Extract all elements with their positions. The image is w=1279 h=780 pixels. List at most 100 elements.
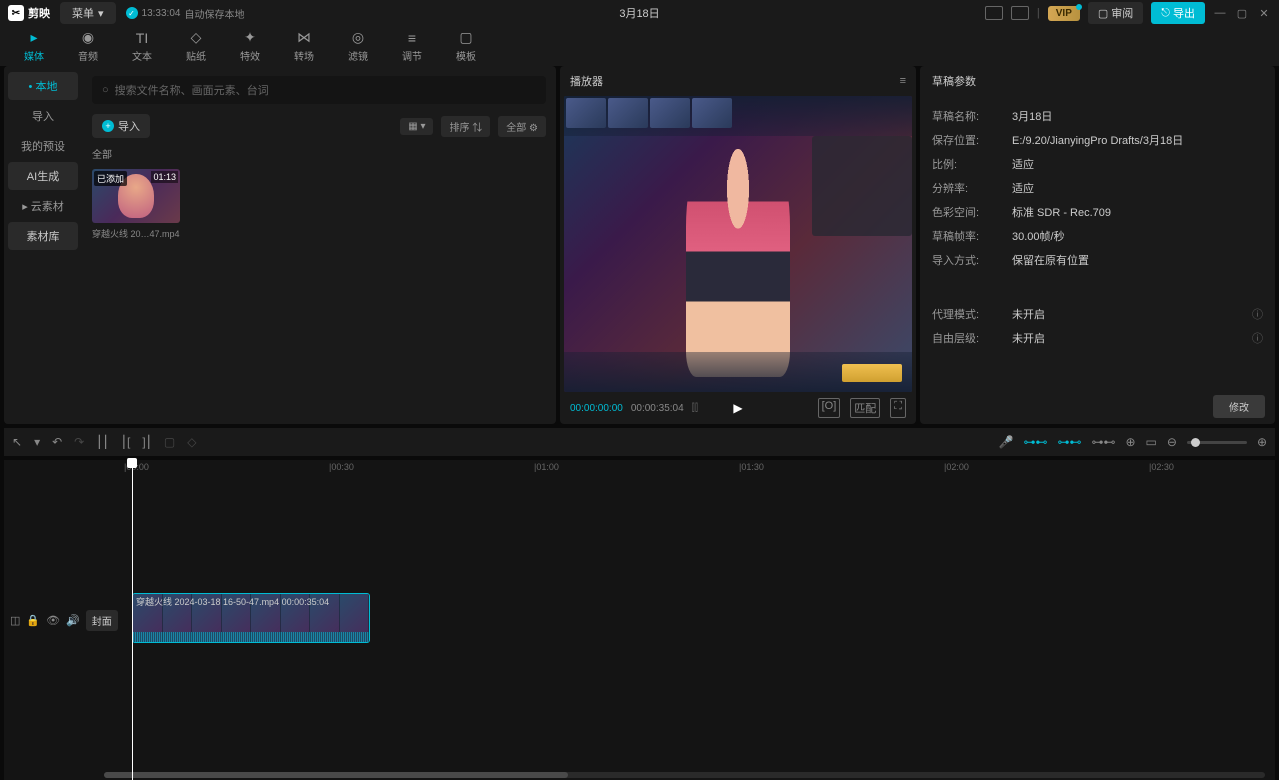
play-button[interactable]: ▶ bbox=[733, 401, 742, 415]
view-grid-button[interactable]: ▦ ▾ bbox=[400, 118, 433, 135]
check-icon: ✓ bbox=[126, 7, 138, 19]
modify-button[interactable]: 修改 bbox=[1213, 395, 1265, 418]
property-row: 自由层级:未开启ⓘ bbox=[932, 326, 1263, 350]
zoom-in-icon[interactable]: ⊕ bbox=[1257, 435, 1267, 449]
top-tabs: ▸媒体◉音频TI文本◇贴纸✦特效⋈转场◎滤镜≡调节▢模板 bbox=[0, 26, 1279, 66]
ruler-tick: |00:30 bbox=[329, 462, 354, 472]
layout-icon[interactable] bbox=[1011, 6, 1029, 20]
app-logo: ✂ 剪映 bbox=[8, 5, 50, 21]
clip-label: 穿越火线 2024-03-18 16-50-47.mp4 00:00:35:04 bbox=[136, 595, 329, 608]
split-right-tool[interactable]: ]⎮ bbox=[142, 435, 152, 449]
scale-button[interactable]: 匹配 bbox=[850, 398, 880, 418]
project-title: 3月18日 bbox=[619, 5, 659, 21]
magnet-on-icon[interactable]: ⊶⊷ bbox=[1023, 435, 1047, 449]
top-tab-模板[interactable]: ▢模板 bbox=[440, 28, 492, 64]
top-tab-滤镜[interactable]: ◎滤镜 bbox=[332, 28, 384, 64]
cover-button[interactable]: 封面 bbox=[86, 610, 118, 631]
pointer-dropdown[interactable]: ▾ bbox=[34, 435, 40, 449]
snap-icon[interactable]: ⊶⊷ bbox=[1091, 435, 1115, 449]
media-filename: 穿越火线 20…47.mp4 bbox=[92, 227, 180, 240]
close-button[interactable]: ✕ bbox=[1257, 6, 1271, 20]
compare-icon[interactable]: ⫿⫿ bbox=[692, 403, 698, 414]
clip-audio-waveform bbox=[133, 632, 369, 642]
sidebar-item[interactable]: 素材库 bbox=[8, 222, 78, 250]
focus-icon[interactable]: [O] bbox=[818, 398, 841, 418]
sidebar-item[interactable]: 我的预设 bbox=[8, 132, 78, 160]
ruler-tick: |01:00 bbox=[534, 462, 559, 472]
zoom-out-icon[interactable]: ⊖ bbox=[1167, 435, 1177, 449]
top-tab-特效[interactable]: ✦特效 bbox=[224, 28, 276, 64]
track-mute-icon[interactable]: 🔊 bbox=[66, 614, 80, 627]
media-thumbnail[interactable]: 已添加 01:13 bbox=[92, 169, 180, 223]
playhead[interactable] bbox=[132, 460, 133, 780]
time-total: 00:00:35:04 bbox=[631, 403, 684, 414]
property-row: 草稿名称:3月18日 bbox=[932, 104, 1263, 128]
time-current: 00:00:00:00 bbox=[570, 403, 623, 414]
sidebar-item[interactable]: ▸ 云素材 bbox=[8, 192, 78, 220]
timeline-ruler[interactable]: |00:00|00:30|01:00|01:30|02:00|02:30 bbox=[124, 460, 1275, 476]
property-row: 导入方式:保留在原有位置 bbox=[932, 248, 1263, 272]
info-icon[interactable]: ⓘ bbox=[1252, 330, 1263, 346]
timeline[interactable]: |00:00|00:30|01:00|01:30|02:00|02:30 ◫ 🔒… bbox=[4, 460, 1275, 780]
track-icon[interactable]: ▭ bbox=[1146, 435, 1157, 449]
filter-all-button[interactable]: 全部 ⚙ bbox=[498, 116, 546, 137]
redo-button[interactable]: ↷ bbox=[74, 435, 84, 449]
info-icon[interactable]: ⓘ bbox=[1252, 306, 1263, 322]
top-tab-媒体[interactable]: ▸媒体 bbox=[8, 28, 60, 64]
keyboard-icon[interactable] bbox=[985, 6, 1003, 20]
maximize-button[interactable]: ▢ bbox=[1235, 6, 1249, 20]
split-tool[interactable]: ⎮⎮ bbox=[96, 435, 109, 449]
timeline-toolbar: ↖ ▾ ↶ ↷ ⎮⎮ ⎮[ ]⎮ ▢ ◇ 🎤 ⊶⊷ ⊶⊷ ⊶⊷ ⊕ ▭ ⊖ ⊕ bbox=[4, 428, 1275, 456]
ruler-tick: |01:30 bbox=[739, 462, 764, 472]
top-tab-调节[interactable]: ≡调节 bbox=[386, 28, 438, 64]
preview-icon[interactable]: ⊕ bbox=[1125, 435, 1135, 449]
track-visible-icon[interactable]: 👁 bbox=[46, 614, 60, 627]
top-tab-音频[interactable]: ◉音频 bbox=[62, 28, 114, 64]
media-panel: • 本地导入我的预设AI生成▸ 云素材素材库 ○ 搜索文件名称、画面元素、台词 … bbox=[4, 66, 556, 424]
fullscreen-icon[interactable]: ⛶ bbox=[890, 398, 906, 418]
properties-panel: 草稿参数 草稿名称:3月18日保存位置:E:/9.20/JianyingPro … bbox=[920, 66, 1275, 424]
props-title: 草稿参数 bbox=[920, 66, 1275, 96]
search-icon: ○ bbox=[102, 84, 109, 96]
titlebar: ✂ 剪映 菜单▾ ✓ 13:33:04 自动保存本地 3月18日 | VIP ▢… bbox=[0, 0, 1279, 26]
top-tab-文本[interactable]: TI文本 bbox=[116, 28, 168, 64]
property-row: 保存位置:E:/9.20/JianyingPro Drafts/3月18日 bbox=[932, 128, 1263, 152]
import-button[interactable]: + 导入 bbox=[92, 114, 150, 138]
sidebar-item[interactable]: 导入 bbox=[8, 102, 78, 130]
link-icon[interactable]: ⊶⊷ bbox=[1057, 435, 1081, 449]
track-collapse-icon[interactable]: ◫ bbox=[10, 614, 20, 627]
timeline-scrollbar[interactable] bbox=[104, 772, 1265, 778]
split-left-tool[interactable]: ⎮[ bbox=[121, 435, 131, 449]
added-badge: 已添加 bbox=[94, 171, 127, 186]
video-clip[interactable]: 穿越火线 2024-03-18 16-50-47.mp4 00:00:35:04 bbox=[132, 593, 370, 643]
sidebar-item[interactable]: • 本地 bbox=[8, 72, 78, 100]
review-button[interactable]: ▢ 审阅 bbox=[1088, 2, 1143, 24]
media-sidebar: • 本地导入我的预设AI生成▸ 云素材素材库 bbox=[4, 66, 82, 424]
video-preview[interactable] bbox=[564, 96, 912, 392]
mic-icon[interactable]: 🎤 bbox=[999, 435, 1014, 449]
top-tab-贴纸[interactable]: ◇贴纸 bbox=[170, 28, 222, 64]
media-item[interactable]: 已添加 01:13 穿越火线 20…47.mp4 bbox=[92, 169, 180, 240]
category-label: 全部 bbox=[92, 146, 546, 161]
zoom-slider[interactable] bbox=[1187, 441, 1247, 444]
track-lock-icon[interactable]: 🔒 bbox=[26, 614, 40, 627]
export-button[interactable]: ⎋ 导出 bbox=[1151, 2, 1205, 24]
main-menu-button[interactable]: 菜单▾ bbox=[60, 2, 116, 24]
sidebar-item[interactable]: AI生成 bbox=[8, 162, 78, 190]
minimize-button[interactable]: — bbox=[1213, 6, 1227, 20]
search-input[interactable]: ○ 搜索文件名称、画面元素、台词 bbox=[92, 76, 546, 104]
marker-tool[interactable]: ◇ bbox=[187, 435, 196, 449]
top-tab-转场[interactable]: ⋈转场 bbox=[278, 28, 330, 64]
pointer-tool[interactable]: ↖ bbox=[12, 435, 22, 449]
delete-tool[interactable]: ▢ bbox=[164, 435, 175, 449]
plus-icon: + bbox=[102, 120, 114, 132]
logo-icon: ✂ bbox=[8, 5, 24, 21]
property-row: 色彩空间:标准 SDR - Rec.709 bbox=[932, 200, 1263, 224]
player-panel: 播放器 ≡ 00:00:00:00 00:00:35:04 ⫿⫿ ▶ [O] 匹… bbox=[560, 66, 916, 424]
property-row: 分辨率:适应 bbox=[932, 176, 1263, 200]
sort-button[interactable]: 排序 ⇅ bbox=[441, 116, 490, 137]
vip-badge[interactable]: VIP bbox=[1048, 6, 1080, 21]
player-title: 播放器 bbox=[570, 73, 603, 89]
player-menu-icon[interactable]: ≡ bbox=[900, 75, 906, 87]
undo-button[interactable]: ↶ bbox=[52, 435, 62, 449]
